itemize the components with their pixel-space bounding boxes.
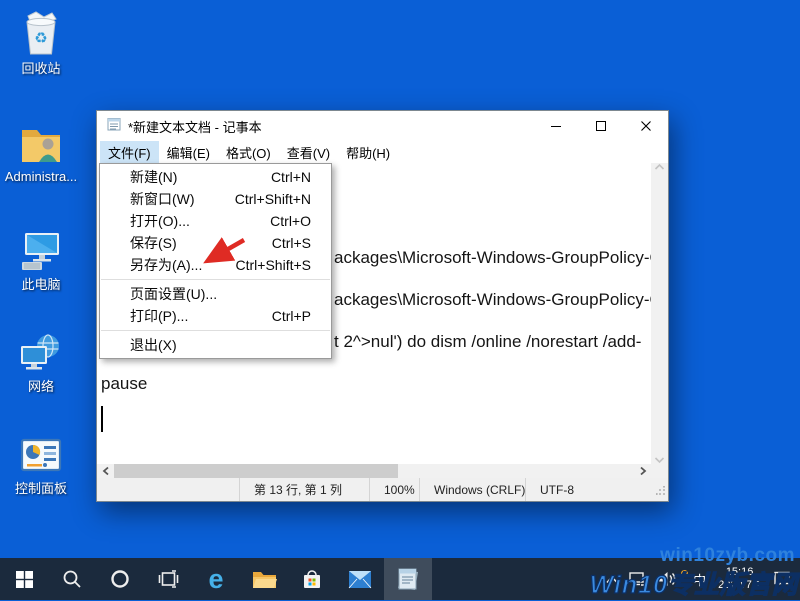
- menu-item-new-window[interactable]: 新窗口(W) Ctrl+Shift+N: [100, 188, 331, 210]
- menu-format[interactable]: 格式(O): [218, 141, 279, 163]
- menu-edit[interactable]: 编辑(E): [159, 141, 218, 163]
- edge-button[interactable]: e: [192, 558, 240, 600]
- control-panel-icon: [4, 430, 78, 478]
- notepad-taskbar-button[interactable]: [384, 558, 432, 600]
- menu-item-exit[interactable]: 退出(X): [100, 334, 331, 356]
- scroll-up-icon[interactable]: [654, 163, 665, 171]
- desktop-icon-label: 此电脑: [4, 277, 78, 292]
- editor-line: pause: [101, 373, 147, 394]
- menu-file[interactable]: 文件(F): [100, 141, 159, 163]
- minimize-button[interactable]: [533, 111, 578, 141]
- menu-item-page-setup[interactable]: 页面设置(U)...: [100, 283, 331, 305]
- file-explorer-icon: [252, 569, 277, 590]
- start-icon: [16, 571, 33, 588]
- desktop-icon-this-pc[interactable]: 此电脑: [4, 226, 78, 292]
- scrollbar-corner: [651, 464, 668, 478]
- status-cursor-position: 第 13 行, 第 1 列: [239, 478, 369, 501]
- watermark-url: win10zyb.com: [660, 545, 795, 567]
- menu-item-save-as[interactable]: 另存为(A)... Ctrl+Shift+S: [100, 254, 331, 276]
- editor-line: ackages\Microsoft-Windows-GroupPolicy-C: [334, 289, 651, 310]
- close-button[interactable]: [623, 111, 668, 141]
- notepad-window: *新建文本文档 - 记事本 文件(F) 编辑(E) 格式(O) 查看(V) 帮助…: [96, 110, 669, 502]
- menu-item-open[interactable]: 打开(O)... Ctrl+O: [100, 210, 331, 232]
- status-line-ending: Windows (CRLF): [419, 478, 525, 501]
- desktop-icon-administrator-folder[interactable]: Administra...: [4, 118, 78, 184]
- edge-icon: e: [208, 566, 223, 593]
- desktop-icon-network[interactable]: 网络: [4, 328, 78, 394]
- editor-line: t 2^>nul') do dism /online /norestart /a…: [334, 331, 641, 352]
- horizontal-scrollbar[interactable]: [97, 464, 651, 478]
- window-title: *新建文本文档 - 记事本: [128, 117, 533, 136]
- file-explorer-button[interactable]: [240, 558, 288, 600]
- desktop-icon-label: 网络: [4, 379, 78, 394]
- status-spacer: [97, 478, 239, 501]
- network-icon: [4, 328, 78, 376]
- vertical-scrollbar[interactable]: [651, 163, 668, 464]
- task-view-button[interactable]: [144, 558, 192, 600]
- file-menu-dropdown: 新建(N) Ctrl+N 新窗口(W) Ctrl+Shift+N 打开(O)..…: [99, 163, 332, 359]
- resize-grip-icon[interactable]: [656, 485, 666, 499]
- desktop-icon-label: Administra...: [4, 169, 78, 184]
- menu-item-new[interactable]: 新建(N) Ctrl+N: [100, 166, 331, 188]
- title-bar[interactable]: *新建文本文档 - 记事本: [97, 111, 668, 141]
- menu-separator: [101, 279, 330, 280]
- store-icon: [301, 568, 323, 590]
- user-folder-icon: [4, 118, 78, 166]
- status-zoom-level: 100%: [369, 478, 419, 501]
- desktop-icon-label: 控制面板: [4, 481, 78, 496]
- desktop-icon-recycle-bin[interactable]: ♻ 回收站: [4, 10, 78, 76]
- scroll-left-icon[interactable]: [97, 464, 114, 478]
- desktop-icon-label: 回收站: [4, 61, 78, 76]
- cortana-icon: [110, 569, 130, 589]
- notepad-app-icon: [106, 116, 122, 137]
- horizontal-scroll-thumb[interactable]: [114, 464, 398, 478]
- status-encoding: UTF-8: [525, 478, 668, 501]
- menu-separator: [101, 330, 330, 331]
- menu-item-print[interactable]: 打印(P)... Ctrl+P: [100, 305, 331, 327]
- status-bar: 第 13 行, 第 1 列 100% Windows (CRLF) UTF-8: [97, 478, 668, 501]
- menu-bar: 文件(F) 编辑(E) 格式(O) 查看(V) 帮助(H): [97, 141, 668, 163]
- cortana-button[interactable]: [96, 558, 144, 600]
- notepad-taskbar-icon: [395, 566, 421, 592]
- watermark-site-name: Win10专业版官网: [590, 565, 798, 601]
- task-view-icon: [158, 570, 179, 588]
- store-button[interactable]: [288, 558, 336, 600]
- menu-help[interactable]: 帮助(H): [338, 141, 398, 163]
- recycle-bin-icon: ♻: [4, 10, 78, 58]
- editor-line: ackages\Microsoft-Windows-GroupPolicy-C: [334, 247, 651, 268]
- text-caret: [101, 406, 103, 432]
- scroll-down-icon[interactable]: [654, 456, 665, 464]
- desktop-icon-control-panel[interactable]: 控制面板: [4, 430, 78, 496]
- maximize-button[interactable]: [578, 111, 623, 141]
- mail-button[interactable]: [336, 558, 384, 600]
- start-button[interactable]: [0, 558, 48, 600]
- search-icon: [62, 569, 82, 589]
- menu-view[interactable]: 查看(V): [279, 141, 338, 163]
- search-button[interactable]: [48, 558, 96, 600]
- scroll-right-icon[interactable]: [634, 464, 651, 478]
- svg-text:♻: ♻: [34, 30, 47, 47]
- menu-item-save[interactable]: 保存(S) Ctrl+S: [100, 232, 331, 254]
- mail-icon: [348, 570, 372, 589]
- this-pc-icon: [4, 226, 78, 274]
